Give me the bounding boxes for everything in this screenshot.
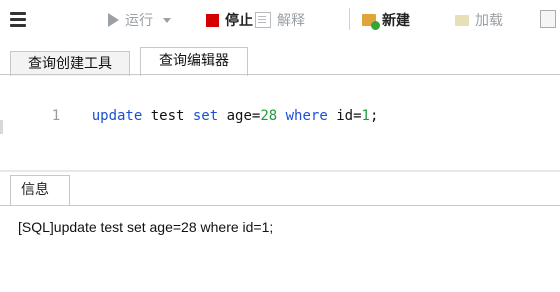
explain-icon — [255, 12, 271, 28]
stop-button[interactable]: 停止 — [206, 6, 253, 34]
code-text: ; — [369, 108, 379, 124]
line-number: 1 — [51, 108, 61, 124]
tab-query-builder[interactable]: 查询创建工具 — [10, 51, 130, 76]
keyword-set: set — [192, 108, 219, 124]
load-label: 加载 — [475, 13, 503, 29]
sql-editor[interactable]: 1 update test set age=28 where id=1; — [0, 76, 560, 170]
number-literal: 28 — [260, 108, 278, 124]
explain-label: 解释 — [277, 13, 305, 29]
run-button[interactable]: 运行 — [108, 6, 171, 34]
code-text: age= — [218, 108, 261, 124]
stop-icon — [206, 13, 219, 27]
folder-icon — [455, 14, 469, 26]
code-line[interactable]: 1 update test set age=28 where id=1; — [18, 92, 379, 140]
load-button[interactable]: 加载 — [455, 6, 503, 34]
info-message: [SQL]update test set age=28 where id=1; — [18, 219, 274, 235]
stop-label: 停止 — [225, 13, 253, 29]
new-query-icon — [362, 14, 380, 30]
editor-tabs: 查询创建工具 查询编辑器 — [0, 45, 560, 76]
new-button[interactable]: 新建 — [362, 6, 410, 34]
keyword-update: update — [91, 108, 143, 124]
chevron-down-icon[interactable] — [163, 17, 171, 23]
panel-splitter[interactable] — [0, 170, 560, 172]
save-icon[interactable] — [540, 10, 556, 28]
toolbar-separator — [349, 8, 350, 30]
menu-icon[interactable] — [10, 12, 26, 27]
run-label: 运行 — [125, 13, 153, 29]
code-text: test — [142, 108, 193, 124]
number-literal: 1 — [361, 108, 370, 124]
code-text: id= — [327, 108, 362, 124]
toolbar: 运行 停止 解释 新建 加载 — [0, 0, 560, 40]
gutter-marker — [0, 120, 3, 134]
tab-info[interactable]: 信息 — [10, 175, 70, 205]
info-divider — [0, 205, 560, 206]
new-label: 新建 — [382, 13, 410, 29]
tab-query-editor[interactable]: 查询编辑器 — [140, 47, 248, 76]
tabs-divider — [0, 74, 560, 75]
explain-button[interactable]: 解释 — [255, 6, 305, 34]
play-icon — [108, 13, 119, 27]
keyword-where: where — [285, 108, 328, 124]
